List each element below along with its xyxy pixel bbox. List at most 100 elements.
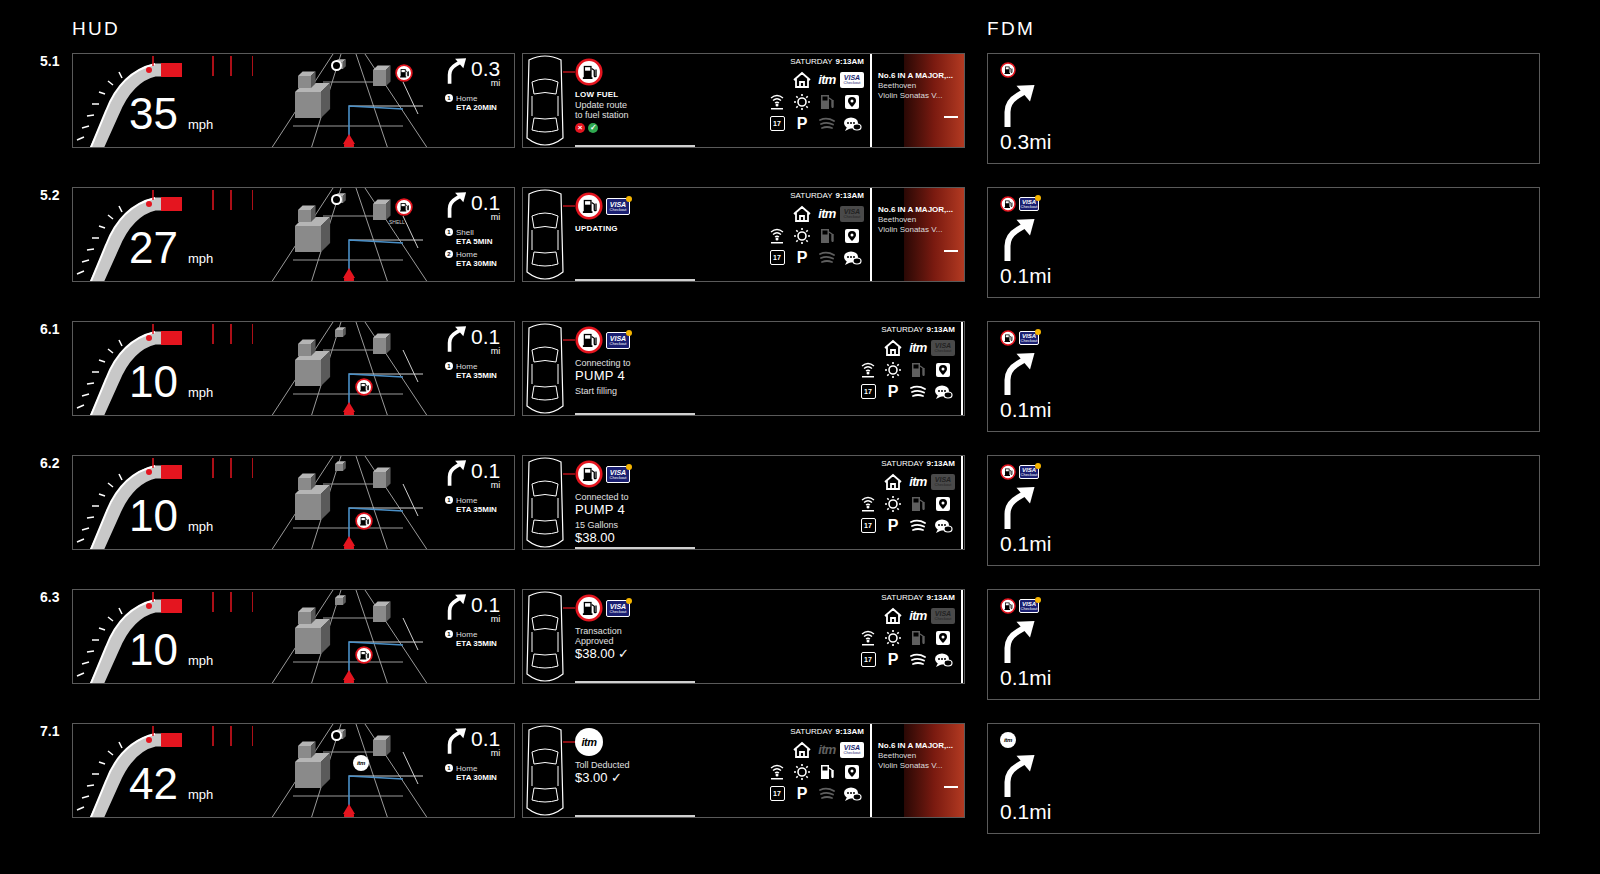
map-app-icon[interactable] xyxy=(931,494,955,513)
chat-app-icon[interactable] xyxy=(840,784,864,803)
poi-marker[interactable] xyxy=(395,198,413,216)
fuel-app-icon[interactable] xyxy=(906,628,930,647)
visa-app-icon[interactable]: VISACheckout xyxy=(840,740,864,759)
map-app-icon[interactable] xyxy=(840,92,864,111)
chat-app-icon[interactable] xyxy=(931,516,955,535)
music-card[interactable]: No.6 IN A MAJOR,...BeethovenViolin Sonat… xyxy=(870,188,964,281)
map-app-icon[interactable] xyxy=(840,226,864,245)
destination-item[interactable]: 1HomeETA 20MIN xyxy=(445,94,514,112)
poi-marker[interactable] xyxy=(355,378,373,396)
parking-app-icon[interactable]: P xyxy=(790,248,814,267)
music-app-icon[interactable] xyxy=(815,248,839,267)
calendar-app-icon[interactable]: 17 xyxy=(856,650,880,669)
poi-marker[interactable] xyxy=(395,64,413,82)
status-text: PUMP 4 xyxy=(575,368,725,383)
weather-app-icon[interactable] xyxy=(881,628,905,647)
poi-marker[interactable]: itm xyxy=(353,755,369,771)
calendar-app-icon[interactable]: 17 xyxy=(856,516,880,535)
weather-app-icon[interactable] xyxy=(790,762,814,781)
parking-app-icon[interactable]: P xyxy=(881,382,905,401)
weather-app-icon[interactable] xyxy=(790,92,814,111)
music-app-icon[interactable] xyxy=(815,784,839,803)
action-button[interactable]: × xyxy=(575,123,585,133)
chat-app-icon[interactable] xyxy=(840,248,864,267)
parking-app-icon[interactable]: P xyxy=(881,516,905,535)
hud-panel: 27mphSHELL0.1mi1ShellETA 5MIN2HomeETA 30… xyxy=(72,187,515,282)
action-button[interactable]: ✓ xyxy=(588,123,598,133)
hud-panel: 10mph0.1mi1HomeETA 35MIN xyxy=(72,589,515,684)
poi-marker[interactable] xyxy=(355,646,373,664)
toll-app-icon[interactable]: itm xyxy=(906,606,930,625)
destination-item[interactable]: 2HomeETA 30MIN xyxy=(445,250,514,268)
parking-app-icon[interactable]: P xyxy=(790,114,814,133)
fuel-app-icon[interactable] xyxy=(815,92,839,111)
chat-app-icon[interactable] xyxy=(931,650,955,669)
fuel-alert-icon xyxy=(575,594,603,622)
turn-right-arrow-icon xyxy=(1000,219,1036,261)
visa-checkout-badge: VISACheckout xyxy=(606,198,630,215)
home-app-icon[interactable] xyxy=(790,204,814,223)
destination-item[interactable]: 1HomeETA 35MIN xyxy=(445,630,514,648)
radio-app-icon[interactable] xyxy=(765,226,789,245)
parking-app-icon[interactable]: P xyxy=(790,784,814,803)
navigation-info: 0.3mi1HomeETA 20MIN xyxy=(443,54,514,147)
home-app-icon[interactable] xyxy=(881,606,905,625)
visa-app-icon[interactable]: VISACheckout xyxy=(840,70,864,89)
poi-marker[interactable] xyxy=(355,512,373,530)
music-app-icon[interactable] xyxy=(906,382,930,401)
music-card[interactable]: No.6 IN A MAJOR,...BeethovenViolin Sonat… xyxy=(870,724,964,817)
map-app-icon[interactable] xyxy=(931,360,955,379)
radio-app-icon[interactable] xyxy=(765,762,789,781)
calendar-app-icon[interactable]: 17 xyxy=(856,382,880,401)
visa-app-icon[interactable]: VISACheckout xyxy=(931,606,955,625)
status-column: LOW FUELUpdate routeto fuel station×✓ xyxy=(575,54,725,147)
weather-app-icon[interactable] xyxy=(790,226,814,245)
fdm-distance: 0.1mi xyxy=(1000,665,1527,691)
home-app-icon[interactable] xyxy=(881,338,905,357)
home-app-icon[interactable] xyxy=(790,70,814,89)
music-card[interactable]: No.6 IN A MAJOR,...BeethovenViolin Sonat… xyxy=(870,54,964,147)
road-map: SHELL xyxy=(253,188,443,282)
visa-app-icon[interactable]: VISACheckout xyxy=(931,472,955,491)
toll-app-icon[interactable]: itm xyxy=(906,472,930,491)
fuel-alert-icon xyxy=(575,460,603,488)
fuel-app-icon[interactable] xyxy=(906,360,930,379)
destination-item[interactable]: 1ShellETA 5MIN xyxy=(445,228,514,246)
car-top-view-icon xyxy=(523,590,575,684)
destination-item[interactable]: 1HomeETA 35MIN xyxy=(445,496,514,514)
home-app-icon[interactable] xyxy=(881,472,905,491)
map-app-icon[interactable] xyxy=(931,628,955,647)
info-panel: VISACheckoutTransactionApproved$38.00 ✓S… xyxy=(522,589,965,684)
calendar-app-icon[interactable]: 17 xyxy=(765,114,789,133)
fuel-alert-icon xyxy=(1000,464,1016,480)
fuel-app-icon[interactable] xyxy=(906,494,930,513)
toll-app-icon[interactable]: itm xyxy=(815,740,839,759)
music-app-icon[interactable] xyxy=(906,650,930,669)
fuel-app-icon[interactable] xyxy=(815,226,839,245)
chat-app-icon[interactable] xyxy=(840,114,864,133)
radio-app-icon[interactable] xyxy=(765,92,789,111)
visa-app-icon[interactable]: VISACheckout xyxy=(931,338,955,357)
radio-app-icon[interactable] xyxy=(856,494,880,513)
music-app-icon[interactable] xyxy=(906,516,930,535)
toll-app-icon[interactable]: itm xyxy=(906,338,930,357)
map-app-icon[interactable] xyxy=(840,762,864,781)
radio-app-icon[interactable] xyxy=(856,628,880,647)
home-app-icon[interactable] xyxy=(790,740,814,759)
parking-app-icon[interactable]: P xyxy=(881,650,905,669)
weather-app-icon[interactable] xyxy=(881,494,905,513)
visa-app-icon[interactable]: VISACheckout xyxy=(840,204,864,223)
radio-app-icon[interactable] xyxy=(856,360,880,379)
toll-app-icon[interactable]: itm xyxy=(815,70,839,89)
chat-app-icon[interactable] xyxy=(931,382,955,401)
destination-item[interactable]: 1HomeETA 35MIN xyxy=(445,362,514,380)
calendar-app-icon[interactable]: 17 xyxy=(765,248,789,267)
weather-app-icon[interactable] xyxy=(881,360,905,379)
toll-app-icon[interactable]: itm xyxy=(815,204,839,223)
fuel-app-icon[interactable] xyxy=(815,762,839,781)
fdm-panel: itm0.1mi xyxy=(987,723,1540,834)
visa-checkout-badge: VISACheckout xyxy=(606,600,630,617)
destination-item[interactable]: 1HomeETA 30MIN xyxy=(445,764,514,782)
calendar-app-icon[interactable]: 17 xyxy=(765,784,789,803)
music-app-icon[interactable] xyxy=(815,114,839,133)
